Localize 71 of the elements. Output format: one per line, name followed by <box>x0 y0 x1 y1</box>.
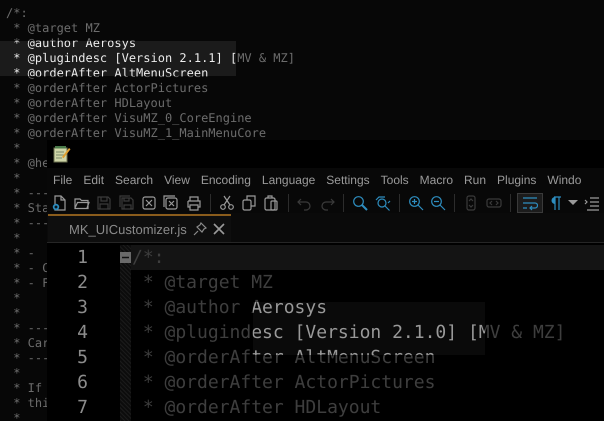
line-number: 7 <box>76 396 89 420</box>
zoom-in-icon <box>408 194 424 210</box>
code-line: * @author Aerosys <box>142 296 328 320</box>
code-line: * @orderAfter AltMenuScreen <box>12 66 208 81</box>
code-line: * @plugindesc [Version 2.1.0] [MV & MZ] <box>142 321 566 345</box>
menu-item[interactable]: Macro <box>420 173 454 187</box>
line-number: 4 <box>76 321 89 345</box>
code-line: * @orderAfter HDLayout <box>12 96 172 111</box>
zoom-out-icon <box>430 194 446 210</box>
fold-toggle-icon[interactable] <box>120 252 131 263</box>
code-line: * thi <box>12 396 50 411</box>
code-line: * If <box>12 381 42 396</box>
code-line: * Car <box>12 336 50 351</box>
word-wrap-icon <box>522 194 538 210</box>
menu-item[interactable]: Tools <box>380 173 409 187</box>
new-icon <box>52 194 68 210</box>
find-icon <box>352 194 368 210</box>
copy-icon <box>241 194 258 210</box>
code-line: * @orderAfter ActorPictures <box>142 371 436 395</box>
line-number: 6 <box>76 371 89 395</box>
line-number: 1 <box>76 246 89 270</box>
save-icon <box>96 194 112 210</box>
code-line: * @orderAfter AltMenuScreen <box>142 346 436 370</box>
line-number: 3 <box>76 296 89 320</box>
menu-item[interactable]: Encoding <box>200 173 251 187</box>
code-line: * --- <box>12 186 50 201</box>
close-icon[interactable] <box>212 223 225 235</box>
code-line: * @author Aerosys <box>12 36 136 51</box>
code-line: * <box>12 141 20 156</box>
replace-icon <box>374 194 390 210</box>
menu-item[interactable]: Search <box>115 173 154 187</box>
code-line: /*: <box>6 6 28 21</box>
print-icon <box>186 194 202 210</box>
notepad-app-icon <box>53 145 71 163</box>
code-line: * @target MZ <box>12 21 100 36</box>
code-line: * <box>12 306 20 321</box>
pin-icon[interactable] <box>192 222 207 236</box>
code-line: * <box>12 171 20 186</box>
close-all-icon <box>163 194 180 210</box>
indent-guide-icon <box>584 194 600 210</box>
menu-item[interactable]: Plugins <box>497 173 536 187</box>
paste-icon <box>263 194 280 210</box>
code-line: * --- <box>12 351 50 366</box>
code-line: * --- <box>12 321 50 336</box>
dropdown-icon <box>568 200 578 205</box>
menu-item[interactable]: Language <box>262 173 316 187</box>
save-all-icon <box>118 194 135 210</box>
file-tab[interactable]: MK_UICustomizer.js <box>48 214 231 242</box>
code-line: * <box>12 231 20 246</box>
code-line: * @orderAfter ActorPictures <box>12 81 208 96</box>
line-number: 5 <box>76 346 89 370</box>
code-line: * --- <box>12 216 50 231</box>
menu-item[interactable]: Windo <box>547 173 582 187</box>
word-wrap-button[interactable] <box>516 192 543 212</box>
cut-icon <box>218 194 235 210</box>
line-number: 2 <box>76 271 89 295</box>
code-line: * <box>12 291 20 306</box>
code-line: * @orderAfter VisuMZ_0_CoreEngine <box>12 111 252 126</box>
code-line: * @orderAfter HDLayout <box>142 396 382 420</box>
menu-item[interactable]: Edit <box>83 173 104 187</box>
code-line: * @orderAfter VisuMZ_1_MainMenuCore <box>12 126 266 141</box>
menu-item[interactable]: Settings <box>326 173 370 187</box>
code-line: * <box>12 366 20 381</box>
menu-item[interactable]: View <box>164 173 190 187</box>
close-icon <box>141 194 158 210</box>
menu-item[interactable]: File <box>53 173 72 187</box>
code-line: * - <box>12 246 35 261</box>
menu-item[interactable]: Run <box>464 173 486 187</box>
code-line: * @target MZ <box>142 271 274 295</box>
code-line: * <box>12 411 20 421</box>
code-line: * @plugindesc [Version 2.1.1] [MV & MZ] <box>12 51 295 66</box>
